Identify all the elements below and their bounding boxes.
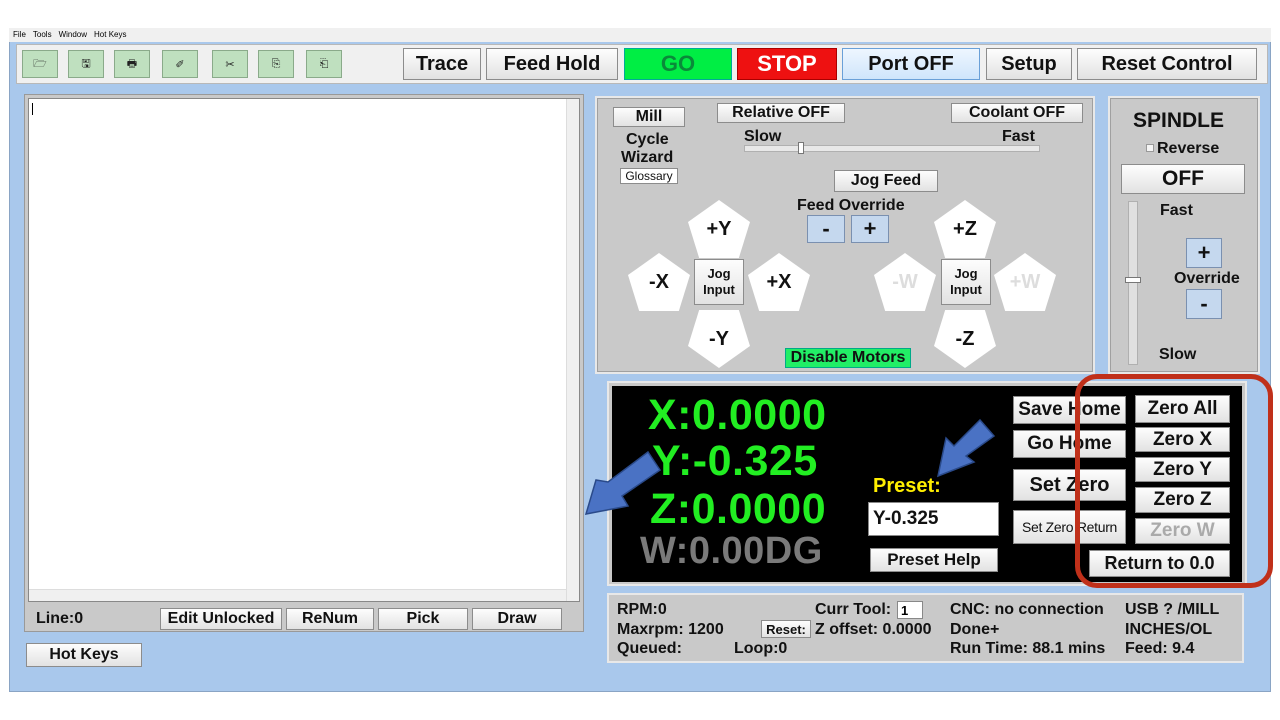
setup-button[interactable]: Setup	[986, 48, 1072, 80]
glossary-button[interactable]: Glossary	[620, 168, 678, 184]
usb-mode-status: USB ? /MILL	[1125, 601, 1220, 618]
z-offset-readout: Z offset: 0.0000	[815, 621, 932, 638]
port-toggle-button[interactable]: Port OFF	[842, 48, 980, 80]
jog-feed-button[interactable]: Jog Feed	[834, 170, 938, 192]
loop-readout: Loop:0	[734, 640, 788, 657]
folder-open-icon[interactable]: 🗁	[22, 50, 58, 78]
feed-override-plus-button[interactable]: +	[851, 215, 889, 243]
arrow-annotation-preset	[936, 418, 996, 478]
menu-file[interactable]: File	[13, 30, 26, 39]
wizard-label: Wizard	[621, 149, 674, 166]
rpm-readout: RPM:0	[617, 601, 667, 618]
preset-input[interactable]: Y-0.325	[868, 502, 999, 536]
editor-horizontal-scrollbar[interactable]	[29, 589, 566, 601]
queued-readout: Queued:	[617, 640, 682, 657]
feed-override-minus-button[interactable]: -	[807, 215, 845, 243]
preset-help-button[interactable]: Preset Help	[870, 548, 998, 572]
spindle-override-minus-button[interactable]: -	[1186, 289, 1222, 319]
maxrpm-readout: Maxrpm: 1200	[617, 621, 724, 638]
spindle-fast-label: Fast	[1160, 202, 1193, 219]
jog-input-zw-button[interactable]: Jog Input	[941, 259, 991, 305]
dro-x-readout: X:0.0000	[648, 391, 827, 439]
curr-tool-label: Curr Tool:	[815, 601, 892, 618]
dro-y-readout: Y:-0.325	[652, 437, 818, 485]
hot-keys-button[interactable]: Hot Keys	[26, 643, 142, 667]
edit-unlocked-button[interactable]: Edit Unlocked	[160, 608, 282, 630]
reset-counter-button[interactable]: Reset:	[761, 620, 811, 638]
eraser-icon[interactable]: ✐	[162, 50, 198, 78]
copy-icon[interactable]: ⎘	[258, 50, 294, 78]
spindle-slow-label: Slow	[1159, 346, 1197, 363]
done-status: Done+	[950, 621, 1000, 638]
scissors-icon[interactable]: ✂	[212, 50, 248, 78]
disable-motors-button[interactable]: Disable Motors	[785, 348, 911, 368]
text-cursor	[32, 103, 33, 115]
feed-override-label: Feed Override	[797, 197, 905, 214]
spindle-speed-slider-track[interactable]	[1128, 201, 1138, 365]
highlight-box-annotation	[1075, 374, 1273, 588]
jog-speed-fast-label: Fast	[1002, 128, 1035, 145]
spindle-toggle-button[interactable]: OFF	[1121, 164, 1245, 194]
jog-speed-slider-track[interactable]	[744, 145, 1040, 152]
reverse-checkbox[interactable]	[1146, 144, 1154, 152]
print-icon[interactable]: 🖶	[114, 50, 150, 78]
coolant-toggle-button[interactable]: Coolant OFF	[951, 103, 1083, 123]
editor-vertical-scrollbar[interactable]	[566, 99, 579, 601]
dro-z-readout: Z:0.0000	[650, 485, 827, 533]
feed-hold-button[interactable]: Feed Hold	[486, 48, 618, 80]
menu-tools[interactable]: Tools	[33, 30, 52, 39]
jog-input-xy-button[interactable]: Jog Input	[694, 259, 744, 305]
spindle-title: SPINDLE	[1133, 109, 1225, 132]
arrow-annotation-y-readout	[584, 450, 662, 515]
reverse-label: Reverse	[1157, 140, 1220, 157]
cycle-label: Cycle	[626, 131, 669, 148]
run-time-readout: Run Time: 88.1 mins	[950, 640, 1106, 657]
renum-button[interactable]: ReNum	[286, 608, 374, 630]
curr-tool-input[interactable]: 1	[897, 601, 923, 619]
menu-bar: File Tools Window Hot Keys	[9, 28, 1271, 42]
save-disk-icon[interactable]: 🖫	[68, 50, 104, 78]
spindle-override-plus-button[interactable]: +	[1186, 238, 1222, 268]
reset-control-button[interactable]: Reset Control	[1077, 48, 1257, 80]
units-status: INCHES/OL	[1125, 621, 1213, 638]
spindle-override-label: Override	[1174, 270, 1240, 287]
spindle-speed-slider-thumb[interactable]	[1125, 277, 1141, 283]
go-button[interactable]: GO	[624, 48, 732, 80]
relative-toggle-button[interactable]: Relative OFF	[717, 103, 845, 123]
pick-button[interactable]: Pick	[378, 608, 468, 630]
line-number-label: Line:0	[36, 610, 84, 627]
cnc-connection-status: CNC: no connection	[950, 601, 1104, 618]
trace-button[interactable]: Trace	[403, 48, 481, 80]
menu-window[interactable]: Window	[59, 30, 87, 39]
preset-label: Preset:	[873, 475, 941, 497]
jog-speed-slow-label: Slow	[744, 128, 782, 145]
stop-button[interactable]: STOP	[737, 48, 837, 80]
jog-speed-slider-thumb[interactable]	[798, 142, 804, 154]
gcode-editor-textarea[interactable]	[28, 98, 580, 602]
dro-w-readout: W:0.00DG	[640, 530, 823, 572]
paste-icon[interactable]: ⎗	[306, 50, 342, 78]
feed-readout: Feed: 9.4	[1125, 640, 1195, 657]
draw-button[interactable]: Draw	[472, 608, 562, 630]
menu-hot-keys[interactable]: Hot Keys	[94, 30, 126, 39]
mill-button[interactable]: Mill	[613, 107, 685, 127]
